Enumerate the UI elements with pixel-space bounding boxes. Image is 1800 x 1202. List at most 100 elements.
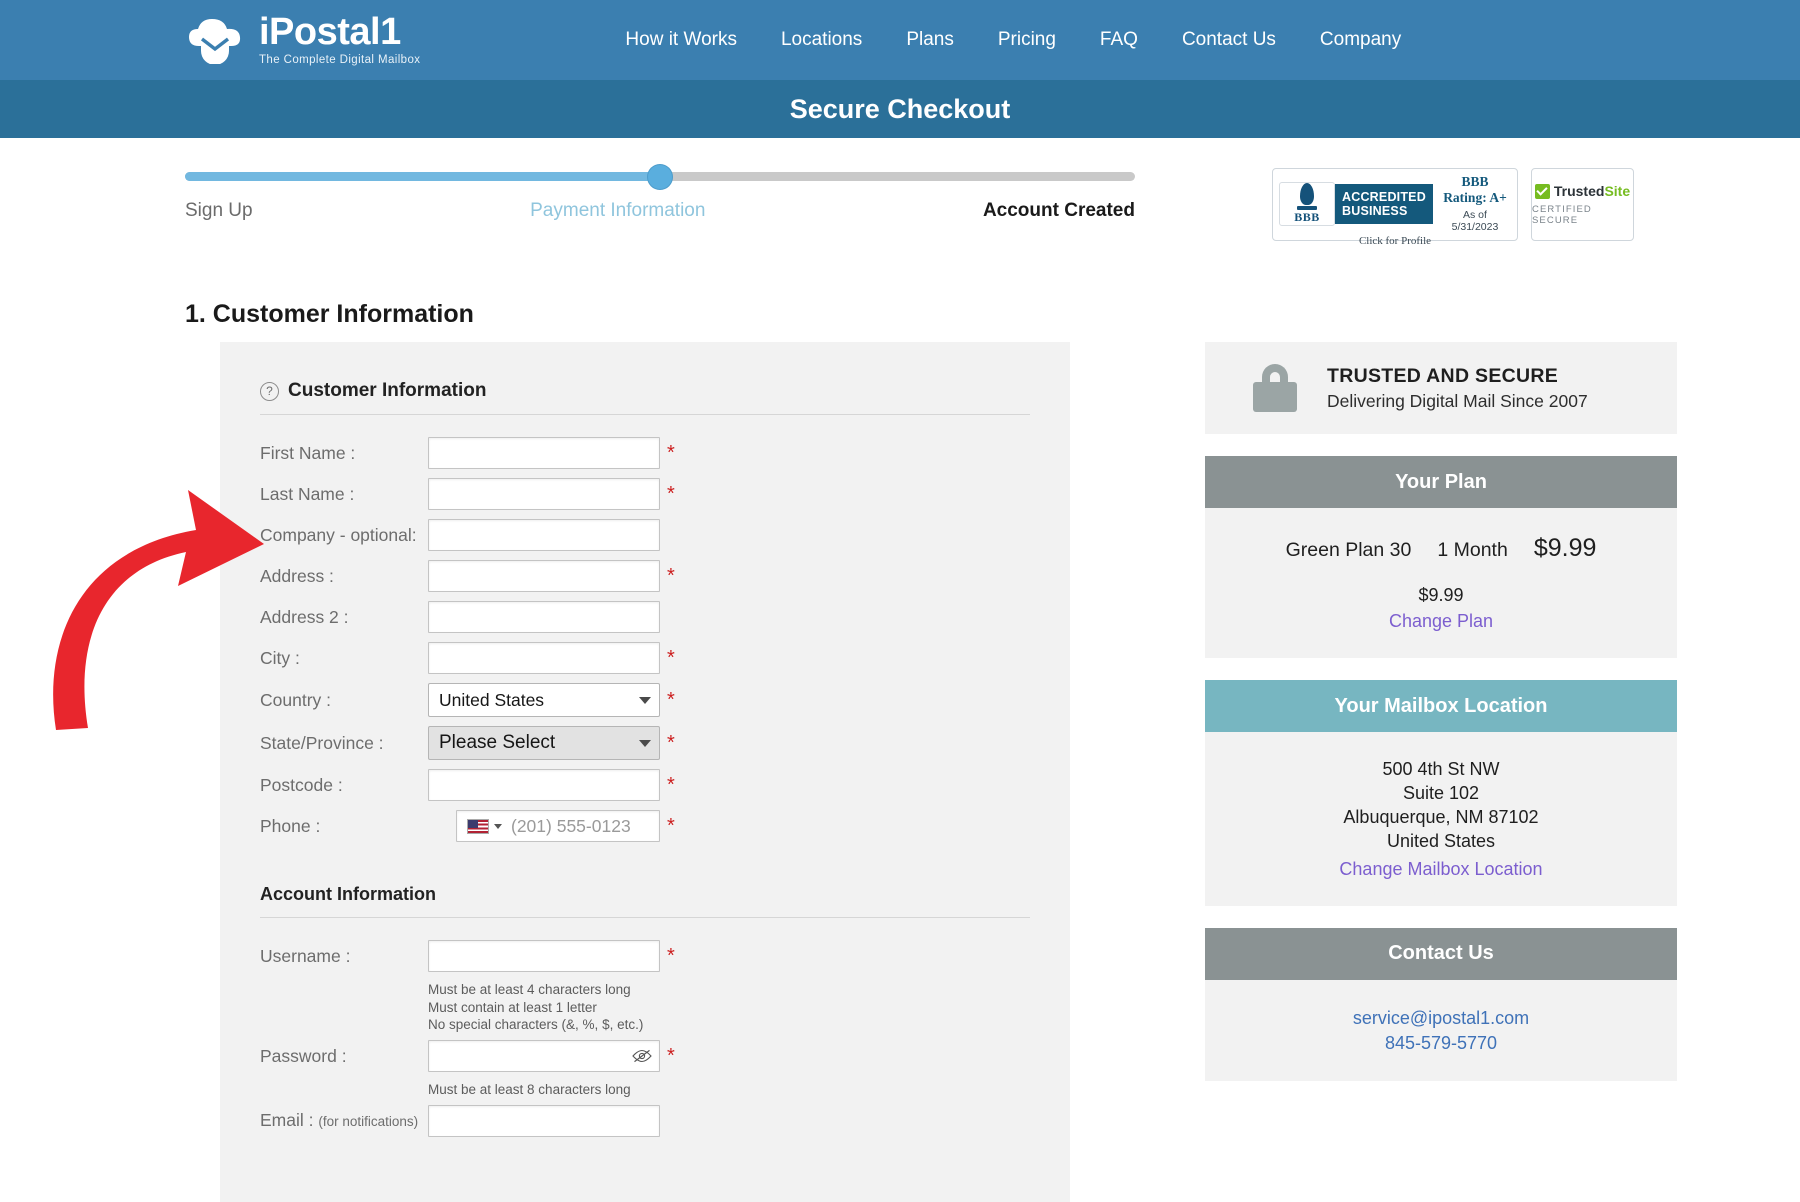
- nav-item-contact-us[interactable]: Contact Us: [1182, 29, 1276, 51]
- last-name-input[interactable]: [428, 478, 660, 510]
- secure-checkout-banner: Secure Checkout: [0, 80, 1800, 138]
- account-information-title: Account Information: [260, 884, 436, 904]
- first-name-label: First Name :: [260, 442, 356, 463]
- secure-checkout-title: Secure Checkout: [789, 93, 1011, 124]
- plan-total-price: $9.99: [1418, 585, 1464, 605]
- trustedsite-name-dark: Trusted: [1553, 183, 1605, 199]
- username-hint-3: No special characters (&, %, $, etc.): [428, 1017, 644, 1033]
- bbb-seal-text: BBB: [1294, 209, 1320, 224]
- your-plan-body: Green Plan 30 1 Month $9.99 $9.99 Change…: [1205, 508, 1677, 658]
- trust-badges: BBB ACCREDITED BUSINESS BBB Rating: A+ A…: [1272, 168, 1634, 247]
- nav-item-pricing[interactable]: Pricing: [998, 29, 1056, 51]
- required-marker: *: [667, 815, 675, 837]
- panel-divider: [260, 414, 1030, 415]
- address-input[interactable]: [428, 560, 660, 592]
- required-marker: *: [667, 1045, 675, 1068]
- password-hint-1: Must be at least 8 characters long: [428, 1082, 631, 1098]
- logo-tagline: The Complete Digital Mailbox: [259, 54, 421, 67]
- trusted-and-secure-title: TRUSTED AND SECURE: [1327, 364, 1559, 387]
- chevron-down-icon: [639, 739, 651, 747]
- mailbox-address-line-2: Suite 102: [1402, 782, 1480, 803]
- your-mailbox-location-header: Your Mailbox Location: [1205, 680, 1677, 732]
- nav-item-how-it-works[interactable]: How it Works: [625, 29, 737, 51]
- progress-step-payment-information: Payment Information: [530, 200, 706, 221]
- last-name-label: Last Name :: [260, 483, 355, 504]
- city-label: City :: [260, 647, 300, 668]
- required-marker: *: [667, 945, 675, 967]
- field-row-phone: Phone : (201) 555-0123 *: [260, 810, 1030, 842]
- progress-step-labels: Sign Up Payment Information Account Crea…: [185, 200, 1135, 222]
- field-row-first-name: First Name : *: [260, 437, 1030, 469]
- bbb-click-for-profile-link[interactable]: Click for Profile: [1359, 235, 1431, 247]
- field-row-city: City : *: [260, 642, 1030, 674]
- required-marker: *: [667, 442, 675, 464]
- required-marker: *: [667, 647, 675, 669]
- postcode-label: Postcode :: [260, 774, 343, 795]
- field-row-email: Email : (for notifications): [260, 1104, 1030, 1137]
- contact-us-body: service@ipostal1.com 845-579-5770: [1205, 979, 1677, 1082]
- state-province-label: State/Province :: [260, 732, 384, 753]
- nav-item-plans[interactable]: Plans: [906, 29, 954, 51]
- city-input[interactable]: [428, 642, 660, 674]
- address-2-label: Address 2 :: [260, 606, 349, 627]
- country-select[interactable]: United States: [428, 683, 660, 717]
- required-marker: *: [667, 774, 675, 796]
- logo-wordmark: iPostal1: [259, 11, 401, 54]
- checkout-sidebar: TRUSTED AND SECURE Delivering Digital Ma…: [1205, 342, 1677, 1082]
- your-plan-card: Your Plan Green Plan 30 1 Month $9.99 $9…: [1205, 456, 1677, 658]
- green-check-icon: [1534, 183, 1550, 199]
- bbb-rating-text: BBB Rating: A+: [1443, 174, 1507, 205]
- field-row-state-province: State/Province : Please Select *: [260, 726, 1030, 760]
- progress-bar-wrapper: Sign Up Payment Information Account Crea…: [185, 138, 1135, 222]
- username-input[interactable]: [428, 940, 660, 972]
- bbb-seal-icon: BBB: [1279, 181, 1335, 226]
- field-row-postcode: Postcode : *: [260, 769, 1030, 801]
- question-mark-icon[interactable]: ?: [260, 381, 279, 401]
- nav-item-company[interactable]: Company: [1320, 29, 1401, 51]
- first-name-input[interactable]: [428, 437, 660, 469]
- phone-label: Phone :: [260, 815, 321, 836]
- phone-placeholder: (201) 555-0123: [511, 815, 631, 836]
- state-province-select-value: Please Select: [439, 732, 556, 753]
- field-row-company: Company - optional:: [260, 519, 1030, 551]
- progress-step-account-created: Account Created: [982, 200, 1135, 221]
- page-section-heading: 1. Customer Information: [185, 300, 474, 328]
- chevron-down-icon[interactable]: [494, 823, 502, 829]
- email-label: Email :: [260, 1109, 314, 1130]
- required-marker: *: [667, 483, 675, 505]
- bbb-as-of-date: As of 5/31/2023: [1451, 209, 1499, 233]
- password-label: Password :: [260, 1045, 347, 1066]
- nav-item-locations[interactable]: Locations: [781, 29, 862, 51]
- postcode-input[interactable]: [428, 769, 660, 801]
- trusted-and-secure-subtitle: Delivering Digital Mail Since 2007: [1327, 390, 1588, 411]
- field-row-address-2: Address 2 :: [260, 601, 1030, 633]
- your-mailbox-location-card: Your Mailbox Location 500 4th St NW Suit…: [1205, 680, 1677, 906]
- email-input[interactable]: [428, 1104, 660, 1137]
- required-marker: *: [667, 565, 675, 587]
- username-hint-2: Must contain at least 1 letter: [428, 999, 597, 1015]
- contact-us-header: Contact Us: [1205, 927, 1677, 980]
- password-input[interactable]: [428, 1040, 660, 1073]
- bbb-accredited-block: ACCREDITED BUSINESS: [1335, 183, 1433, 224]
- password-hints: Must be at least 8 characters long: [428, 1081, 1030, 1099]
- company-input[interactable]: [428, 519, 660, 551]
- progress-knob[interactable]: [648, 164, 672, 189]
- bbb-accredited-badge[interactable]: BBB ACCREDITED BUSINESS BBB Rating: A+ A…: [1272, 168, 1518, 247]
- field-row-last-name: Last Name : *: [260, 478, 1030, 510]
- phone-input[interactable]: (201) 555-0123: [456, 810, 660, 842]
- address-2-input[interactable]: [428, 601, 660, 633]
- subsection-divider: [260, 917, 1030, 918]
- country-select-value: United States: [439, 689, 545, 710]
- site-logo[interactable]: iPostal1 The Complete Digital Mailbox: [185, 13, 420, 67]
- contact-phone-link[interactable]: 845-579-5770: [1225, 1031, 1657, 1056]
- state-province-select[interactable]: Please Select: [428, 726, 660, 760]
- change-mailbox-location-link[interactable]: Change Mailbox Location: [1339, 859, 1542, 880]
- nav-item-faq[interactable]: FAQ: [1100, 29, 1138, 51]
- trustedsite-name-green: Site: [1604, 183, 1631, 199]
- contact-email-link[interactable]: service@ipostal1.com: [1225, 1006, 1657, 1031]
- progress-step-sign-up: Sign Up: [185, 200, 253, 221]
- change-plan-link[interactable]: Change Plan: [1389, 611, 1493, 632]
- field-row-username: Username : *: [260, 940, 1030, 972]
- trustedsite-badge[interactable]: TrustedSite CERTIFIED SECURE: [1531, 168, 1634, 241]
- mailbox-address-line-1: 500 4th St NW: [1382, 759, 1500, 779]
